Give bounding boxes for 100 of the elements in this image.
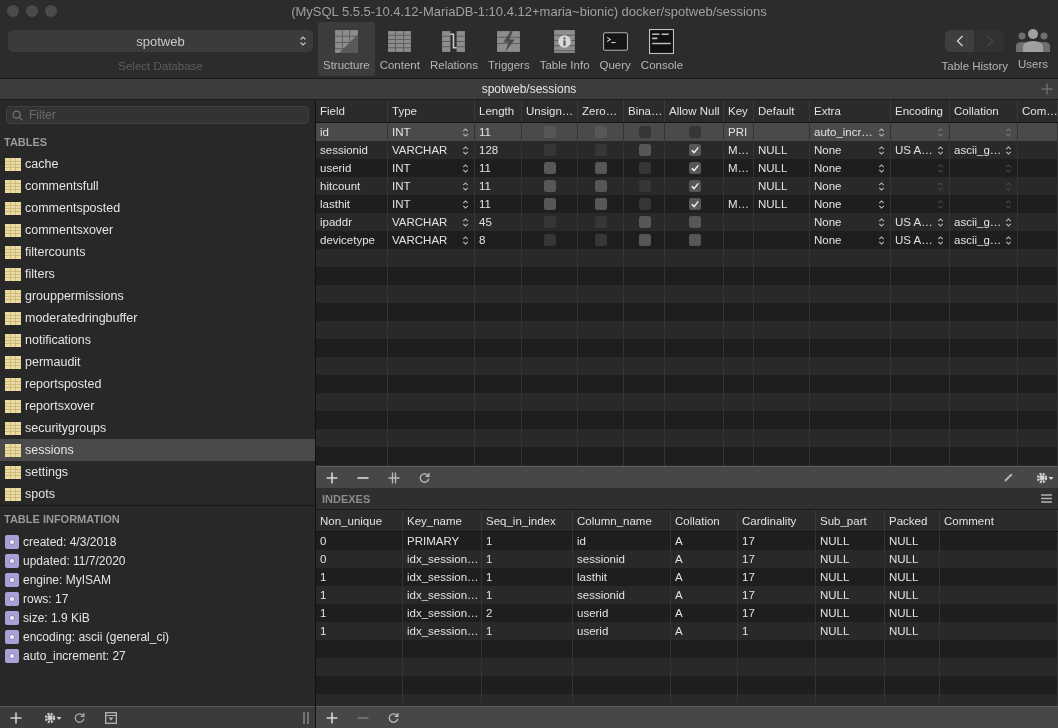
table-list-item[interactable]: permaudit: [0, 351, 315, 373]
toolbar-tab[interactable]: Query: [594, 22, 636, 76]
minimize-button[interactable]: [26, 5, 38, 17]
checkbox[interactable]: [688, 144, 701, 156]
chevron-updown-icon: [462, 234, 469, 246]
refresh-icon[interactable]: [419, 472, 430, 483]
checkbox[interactable]: [595, 198, 607, 210]
table-list-item[interactable]: filtercounts: [0, 241, 315, 263]
table-list-item[interactable]: spots: [0, 483, 315, 505]
table-row[interactable]: hitcount INT 11 NULL None: [316, 177, 1058, 195]
column-header[interactable]: Bina…: [624, 100, 665, 122]
toolbar-tab[interactable]: Triggers: [482, 22, 535, 76]
double-plus-icon[interactable]: [388, 471, 400, 484]
toolbar-tab[interactable]: Content: [374, 22, 425, 76]
column-header[interactable]: Sub_part: [816, 510, 885, 531]
column-header[interactable]: Column_name: [573, 510, 671, 531]
checkbox[interactable]: [595, 162, 607, 174]
table-list-item[interactable]: notifications: [0, 329, 315, 351]
chevron-updown-icon: [937, 216, 944, 228]
checkbox[interactable]: [688, 216, 701, 228]
checkbox[interactable]: [595, 234, 607, 246]
column-header[interactable]: Zero…: [578, 100, 624, 122]
table-row[interactable]: ipaddr VARCHAR 45 None US A… ascii_g…: [316, 213, 1058, 231]
close-button[interactable]: [7, 5, 19, 17]
checkbox[interactable]: [544, 234, 556, 246]
toolbar-tab[interactable]: Relations: [424, 22, 483, 76]
index-row[interactable]: 0 idx_session… 1 sessionid A 17 NULL NULL: [316, 550, 1058, 568]
window-title: (MySQL 5.5.5-10.4.12-MariaDB-1:10.4.12+maria~bionic) docker/spotweb/sessions: [291, 3, 767, 19]
chevron-updown-icon: [937, 162, 944, 174]
index-row[interactable]: 1 idx_session… 1 userid A 1 NULL NULL: [316, 622, 1058, 640]
table-list-item[interactable]: grouppermissions: [0, 285, 315, 307]
column-header[interactable]: Unsign…: [522, 100, 578, 122]
table-list-item[interactable]: commentsxover: [0, 219, 315, 241]
checkbox[interactable]: [544, 162, 556, 174]
gear-icon[interactable]: [44, 711, 62, 724]
section-title: TABLE INFORMATION: [4, 513, 120, 525]
table-list-item[interactable]: moderatedringbuffer: [0, 307, 315, 329]
table-icon: [5, 289, 21, 303]
column-header[interactable]: Extra: [810, 100, 891, 122]
gear-icon[interactable]: [1036, 471, 1054, 484]
checkbox[interactable]: [638, 216, 651, 228]
column-header[interactable]: Cardinality: [738, 510, 816, 531]
column-header[interactable]: Type: [388, 100, 475, 122]
table-list-item[interactable]: commentsposted: [0, 197, 315, 219]
checkbox[interactable]: [638, 162, 651, 174]
table-icon: [5, 443, 21, 457]
column-header[interactable]: Comment: [940, 510, 1058, 531]
checkbox[interactable]: [638, 234, 651, 246]
column-header[interactable]: Field: [316, 100, 388, 122]
checkbox[interactable]: [688, 180, 701, 192]
pencil-icon[interactable]: [1003, 472, 1014, 483]
toolbar-label: Table History: [941, 60, 1008, 72]
checkbox[interactable]: [544, 180, 556, 192]
column-header[interactable]: Default: [754, 100, 810, 122]
table-list-item[interactable]: reportsxover: [0, 395, 315, 417]
chevron-updown-icon: [1005, 126, 1012, 138]
table-row[interactable]: id INT 11 PRI auto_incr…: [316, 123, 1058, 141]
database-popup[interactable]: spotweb: [8, 30, 313, 52]
column-header[interactable]: Collation: [950, 100, 1018, 122]
column-header[interactable]: Length: [475, 100, 522, 122]
table-list-item[interactable]: commentsfull: [0, 175, 315, 197]
table-grid-icon: [386, 28, 414, 55]
menu-icon[interactable]: [1041, 494, 1052, 503]
refresh-icon[interactable]: [74, 712, 85, 723]
chevron-updown-icon: [878, 126, 885, 138]
table-list-item[interactable]: cache: [0, 153, 315, 175]
checkbox[interactable]: [638, 198, 651, 210]
checkbox[interactable]: [595, 180, 607, 192]
path-title: spotweb/sessions: [481, 82, 577, 96]
back-button[interactable]: [945, 30, 975, 52]
checkbox[interactable]: [544, 198, 556, 210]
checkbox[interactable]: [688, 198, 701, 210]
column-header[interactable]: Allow Null: [665, 100, 724, 122]
checkbox[interactable]: [638, 144, 651, 156]
column-header[interactable]: Key_name: [403, 510, 482, 531]
toolbar-tab[interactable]: Structure: [318, 22, 375, 76]
column-header[interactable]: Collation: [671, 510, 738, 531]
toolbar-tab[interactable]: Table Info: [534, 22, 595, 76]
column-header[interactable]: Packed: [885, 510, 940, 531]
table-list-item[interactable]: filters: [0, 263, 315, 285]
column-header[interactable]: Encoding: [891, 100, 950, 122]
refresh-icon[interactable]: [388, 712, 399, 723]
column-header[interactable]: Key: [724, 100, 754, 122]
column-header[interactable]: Com…: [1018, 100, 1058, 122]
section-title: TABLES: [4, 135, 48, 148]
table-list-item[interactable]: reportsposted: [0, 373, 315, 395]
table-row[interactable]: sessionid VARCHAR 128 M… NULL None US A… ascii_g…: [316, 141, 1058, 159]
table-list-item[interactable]: settings: [0, 461, 315, 483]
checkbox[interactable]: [688, 234, 701, 246]
index-row[interactable]: 1 idx_session… 1 sessionid A 17 NULL NULL: [316, 586, 1058, 604]
table-icon: [5, 245, 21, 259]
table-list-item[interactable]: sessions: [0, 439, 315, 461]
column-header[interactable]: Seq_in_index: [482, 510, 573, 531]
users-button[interactable]: Users: [1016, 22, 1050, 76]
table-list-item[interactable]: securitygroups: [0, 417, 315, 439]
column-header[interactable]: Non_unique: [316, 510, 403, 531]
resize-grip-icon[interactable]: [303, 711, 309, 724]
zoom-button[interactable]: [45, 5, 57, 17]
checkbox[interactable]: [688, 162, 701, 174]
toolbar-tab[interactable]: Console: [635, 22, 689, 76]
